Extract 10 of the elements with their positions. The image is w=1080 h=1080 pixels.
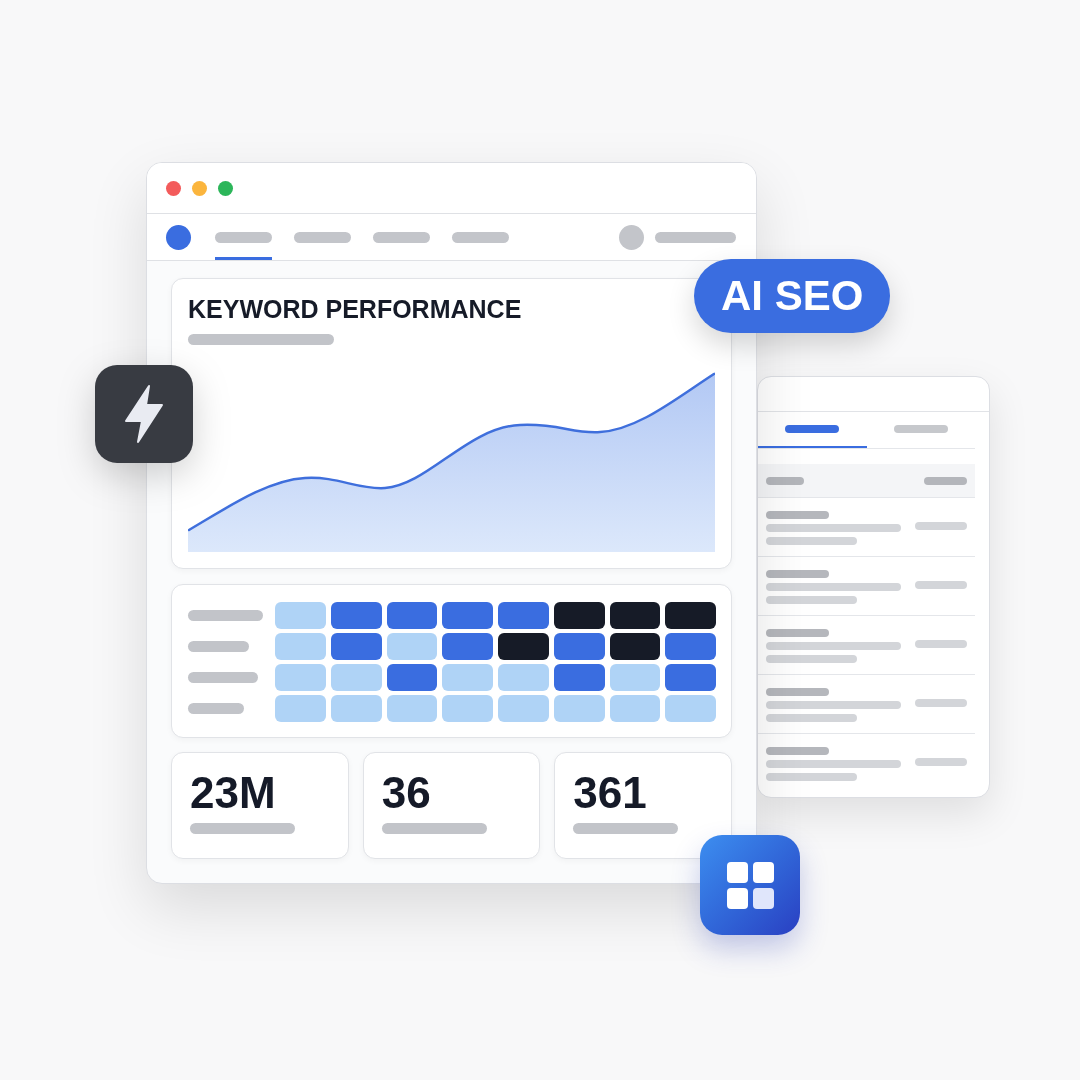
- maximize-button[interactable]: [218, 180, 233, 196]
- close-button[interactable]: [166, 180, 181, 196]
- stat-value: 36: [381, 771, 431, 815]
- stat-value: 23M: [190, 771, 276, 815]
- feature-badge: AI SEO: [694, 259, 891, 333]
- logo-icon: [166, 224, 191, 250]
- chart-title: KEYWORD PERFORMANCE: [188, 297, 523, 322]
- avatar-icon: [619, 224, 644, 250]
- minimize-button[interactable]: [192, 180, 207, 196]
- stat-value: 361: [573, 771, 647, 815]
